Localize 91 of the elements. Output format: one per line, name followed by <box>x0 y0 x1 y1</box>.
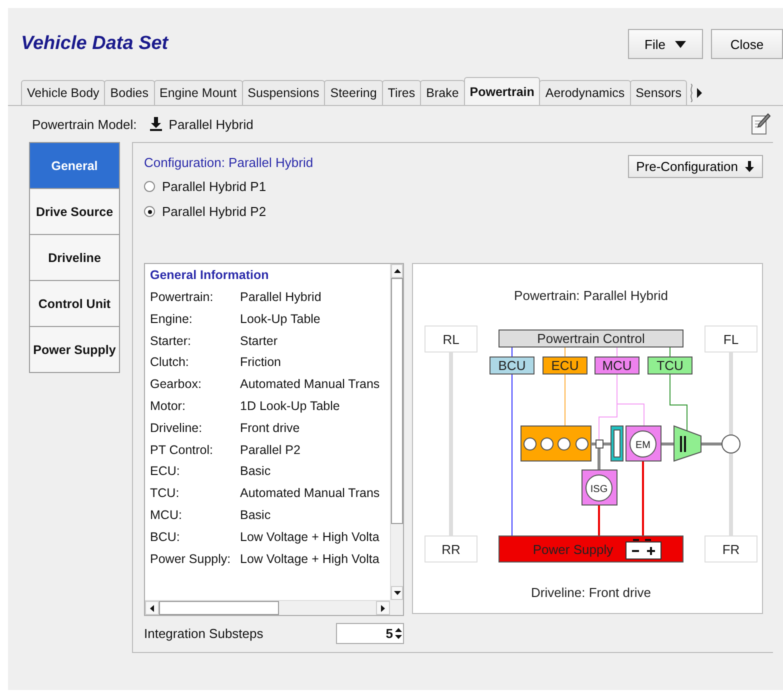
info-value: Basic <box>240 508 272 524</box>
motor-circle <box>630 430 656 458</box>
control-label: Powertrain Control <box>537 331 645 346</box>
info-label: ECU: <box>150 464 181 480</box>
diagram-footer: Driveline: Front drive <box>531 585 651 600</box>
shaft-line <box>598 448 600 470</box>
horizontal-scrollbar[interactable] <box>145 600 390 615</box>
info-label: Starter: <box>150 334 192 350</box>
clutch-drawing <box>610 426 624 462</box>
coupling-block <box>596 440 604 448</box>
spinner-arrows-icon <box>395 627 402 640</box>
wheel-box <box>704 326 758 352</box>
right-arrow-icon <box>381 604 385 612</box>
caret-icon <box>675 40 686 48</box>
info-value: Parallel P2 <box>240 442 302 459</box>
info-label: Power Supply: <box>150 552 232 568</box>
wheel-label: FR <box>722 542 740 557</box>
info-label: Clutch: <box>150 355 190 372</box>
edit-icon <box>751 113 771 135</box>
radio-option[interactable]: Parallel Hybrid P1 <box>144 174 314 199</box>
up-arrow-icon <box>394 269 400 273</box>
wheel-label: FL <box>723 332 739 347</box>
info-value: Parallel Hybrid <box>240 290 322 306</box>
shaft-line <box>661 442 674 446</box>
model-value: Parallel Hybrid <box>168 116 254 132</box>
wheel-box <box>704 536 758 562</box>
starter-circle <box>586 474 612 502</box>
download-icon <box>148 117 163 131</box>
info-label: PT Control: <box>150 442 214 459</box>
controller-label: TCU <box>656 358 684 373</box>
info-label: Powertrain: <box>150 290 214 306</box>
close-button[interactable]: Close <box>711 29 783 59</box>
power-supply-label: Power Supply <box>532 542 614 557</box>
shaft-line <box>591 442 611 446</box>
side-tab[interactable]: Power Supply <box>29 326 120 373</box>
info-value: Automated Manual Trans <box>240 486 381 502</box>
info-value: Basic <box>240 464 272 480</box>
info-value: Front drive <box>240 420 301 437</box>
side-tab[interactable]: Control Unit <box>29 280 120 327</box>
tab[interactable]: Powertrain <box>464 77 540 105</box>
side-tab[interactable]: General <box>29 142 120 189</box>
info-label: Engine: <box>150 312 194 328</box>
radio-icon[interactable] <box>144 206 155 217</box>
engine-drawing <box>520 426 592 462</box>
info-label: TCU: <box>150 486 180 502</box>
shaft-line <box>701 442 722 446</box>
model-label: Powertrain Model: <box>32 116 137 132</box>
substeps-spinner[interactable]: 5 <box>336 623 404 644</box>
controller-label: ECU <box>551 358 579 373</box>
wheel-box <box>424 536 478 562</box>
controller-label: BCU <box>498 358 526 373</box>
info-title: General Information <box>150 268 270 284</box>
info-label: Motor: <box>150 398 186 415</box>
controller-label: MCU <box>602 358 632 373</box>
wheel-box <box>424 326 478 352</box>
info-value: Friction <box>240 355 282 372</box>
configuration-title: Configuration: Parallel Hybrid <box>144 155 314 170</box>
gearbox-drawing <box>674 425 702 462</box>
window-title: Vehicle Data Set <box>21 33 168 55</box>
info-value: Look-Up Table <box>240 312 322 328</box>
wheel-label: RR <box>442 542 460 557</box>
tab[interactable]: Sensors <box>630 80 688 105</box>
diagram-title: Powertrain: Parallel Hybrid <box>514 288 668 303</box>
starter-label: ISG <box>590 484 608 495</box>
info-value: 1D Look-Up Table <box>240 398 341 415</box>
radio-icon[interactable] <box>144 181 155 192</box>
pre-configuration-button[interactable]: Pre-Configuration <box>628 155 763 178</box>
info-value: Starter <box>240 334 279 350</box>
info-label: BCU: <box>150 530 181 546</box>
down-arrow-icon <box>744 160 755 172</box>
substeps-label: Integration Substeps <box>144 626 264 641</box>
tab-scroll-icon <box>688 82 704 102</box>
down-arrow-icon <box>394 591 400 595</box>
radio-option[interactable]: Parallel Hybrid P2 <box>144 199 314 224</box>
scrollbar-corner <box>390 600 403 615</box>
vertical-scrollbar[interactable] <box>390 264 403 600</box>
motor-label: EM <box>636 440 650 451</box>
side-tab[interactable]: Driveline <box>29 234 120 281</box>
info-label: MCU: <box>150 508 183 524</box>
wheel-label: RL <box>442 332 460 347</box>
wheel-circle <box>722 434 740 454</box>
info-label: Driveline: <box>150 420 204 437</box>
info-value: Low Voltage + High Volta <box>240 552 380 568</box>
info-value: Automated Manual Trans <box>240 377 381 394</box>
file-menu-button[interactable]: File <box>628 29 703 59</box>
side-tab[interactable]: Drive Source <box>29 188 120 235</box>
info-value: Low Voltage + High Volta <box>240 530 380 546</box>
battery-icon <box>626 539 662 560</box>
info-label: Gearbox: <box>150 377 202 394</box>
tab[interactable]: Vehicle Body <box>21 80 106 105</box>
left-arrow-icon <box>150 604 154 612</box>
